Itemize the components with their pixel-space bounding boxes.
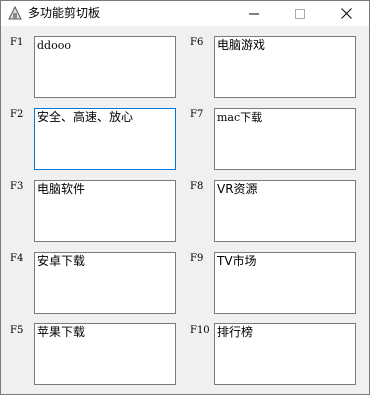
minimize-icon: [249, 13, 259, 14]
close-button[interactable]: [323, 1, 369, 26]
slot-field-f1[interactable]: ddooo: [34, 36, 176, 98]
slot-key-f3: F3: [10, 181, 24, 192]
slot-field-f10[interactable]: 排行榜: [214, 323, 356, 385]
slot-key-f8: F8: [190, 181, 204, 192]
slot-field-f2[interactable]: 安全、高速、放心: [34, 108, 176, 170]
app-icon: [8, 5, 22, 20]
slot-key-f10: F10: [190, 325, 210, 336]
slot-key-f1: F1: [10, 37, 24, 48]
client-area: F1 ddooo F2 安全、高速、放心 F3 电脑软件 F4 安卓下载 F5 …: [1, 26, 369, 394]
slot-field-f6[interactable]: 电脑游戏: [214, 36, 356, 98]
slot-field-f5[interactable]: 苹果下载: [34, 323, 176, 385]
maximize-button[interactable]: [277, 1, 323, 26]
slot-key-f5: F5: [10, 325, 24, 336]
slot-key-f9: F9: [190, 253, 204, 264]
window-title: 多功能剪切板: [28, 6, 101, 20]
title-bar[interactable]: 多功能剪切板: [1, 1, 369, 26]
slot-field-f3[interactable]: 电脑软件: [34, 180, 176, 242]
slot-field-f9[interactable]: TV市场: [214, 252, 356, 314]
minimize-button[interactable]: [231, 1, 277, 26]
slot-field-f4[interactable]: 安卓下载: [34, 252, 176, 314]
close-icon: [340, 8, 352, 19]
slot-field-f8[interactable]: VR资源: [214, 180, 356, 242]
slot-field-f7[interactable]: mac下载: [214, 108, 356, 170]
slot-key-f7: F7: [190, 109, 204, 120]
slot-key-f6: F6: [190, 37, 204, 48]
slot-key-f2: F2: [10, 109, 24, 120]
slot-key-f4: F4: [10, 253, 24, 264]
maximize-icon: [295, 8, 305, 19]
clipboard-window: 多功能剪切板 F1 ddooo F2 安全、高速、放心 F3 电脑软件 F4 安…: [0, 0, 370, 395]
